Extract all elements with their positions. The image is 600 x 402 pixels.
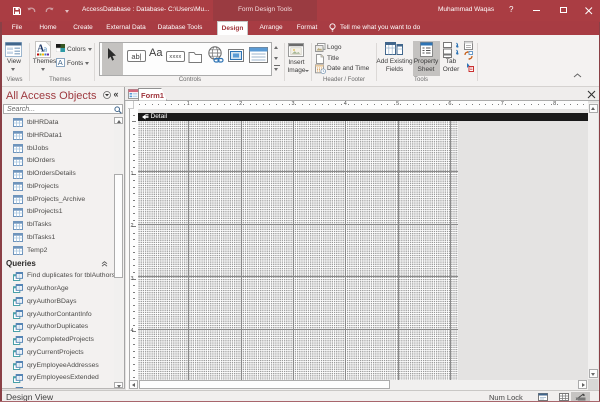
svg-text:A: A [58,58,63,67]
svg-text:a: a [44,45,48,54]
